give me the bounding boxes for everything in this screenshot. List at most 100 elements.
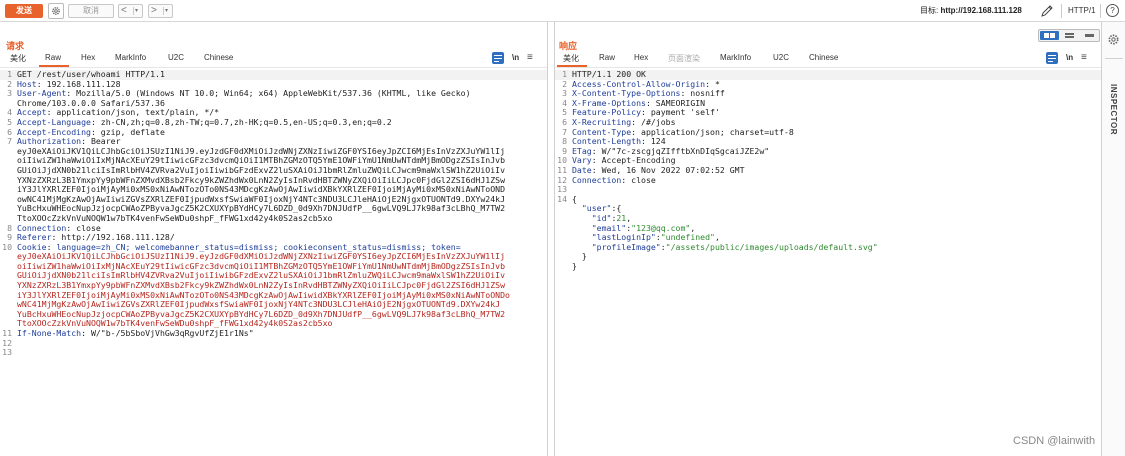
code-line[interactable]: GUiOiJjdXN0b21lciIsImRlbHV4ZVRva2VuIjoiI… bbox=[0, 271, 547, 281]
code-line[interactable]: 11 Date: Wed, 16 Nov 2022 07:02:52 GMT bbox=[555, 166, 1101, 176]
code-line[interactable]: 7 Content-Type: application/json; charset… bbox=[555, 128, 1101, 138]
code-line[interactable]: 13 bbox=[555, 185, 1101, 195]
code-line[interactable]: iY3JlYXRlZEF0IjoiMjAyMi0xMS0xNiAwNTozOTo… bbox=[0, 185, 547, 195]
code-line[interactable]: eyJ0eXAiOiJKV1QiLCJhbGciOiJSUzI1NiJ9.eyJ… bbox=[0, 147, 547, 157]
cancel-button[interactable]: 取消 bbox=[68, 4, 114, 18]
code-line[interactable]: eyJ0eXAiOiJKV1QiLCJhbGciOiJSUzI1NiJ9.eyJ… bbox=[0, 252, 547, 262]
code-line[interactable]: "user":{ bbox=[555, 204, 1101, 214]
code-line[interactable]: } bbox=[555, 262, 1101, 272]
line-number: 1 bbox=[7, 70, 12, 79]
code-token: eyJ0eXAiOiJKV1QiLCJhbGciOiJSUzI1NiJ9.eyJ… bbox=[17, 252, 505, 262]
code-line[interactable]: 14 { bbox=[555, 195, 1101, 205]
code-line[interactable]: 4 Accept: application/json, text/plain, *… bbox=[0, 108, 547, 118]
tab-markinfo[interactable]: MarkInfo bbox=[720, 53, 751, 62]
newline-toggle-icon[interactable]: \n bbox=[512, 53, 519, 62]
send-button[interactable]: 发送 bbox=[5, 4, 43, 18]
code-line[interactable]: 11 If-None-Match: W/"b-/5bSboVjVhGw3qRgvU… bbox=[0, 329, 547, 339]
send-settings-button[interactable] bbox=[48, 3, 64, 19]
help-icon[interactable]: ? bbox=[1106, 4, 1119, 17]
code-token: } bbox=[572, 252, 587, 262]
code-line[interactable]: 4 X-Frame-Options: SAMEORIGIN bbox=[555, 99, 1101, 109]
gear-icon[interactable] bbox=[1107, 33, 1120, 46]
tab-pretty[interactable]: 美化 bbox=[563, 53, 579, 64]
request-editor[interactable]: 1 GET /rest/user/whoami HTTP/1.1 2 Host: 19… bbox=[0, 70, 547, 358]
tab-render[interactable]: 页面渲染 bbox=[668, 53, 700, 64]
code-line[interactable]: wNC41MjMgKzAwOjAwIiwiZGVsZXRlZEF0IjpudWx… bbox=[0, 300, 547, 310]
edit-target-pencil-icon[interactable] bbox=[1040, 4, 1054, 18]
code-line[interactable]: 5 Feature-Policy: payment 'self' bbox=[555, 108, 1101, 118]
code-line[interactable]: "lastLoginIp":"undefined", bbox=[555, 233, 1101, 243]
tab-hex[interactable]: Hex bbox=[81, 53, 95, 62]
code-line[interactable]: oiIiwiZW1haWwiOiIxMjNAcXEuY29tIiwicGFzc3… bbox=[0, 156, 547, 166]
chevron-down-icon[interactable]: ▾ bbox=[165, 5, 168, 17]
tab-pretty[interactable]: 美化 bbox=[10, 53, 26, 64]
code-line[interactable]: YuBcHxuWHEocNupJzjocpCWAoZPByvaJgcZ5K2CX… bbox=[0, 310, 547, 320]
code-line[interactable]: oiIiwiZW1haWwiOiIxMjNAcXEuY29tIiwicGFzc3… bbox=[0, 262, 547, 272]
code-text: "profileImage":"/assets/public/images/up… bbox=[572, 243, 878, 253]
code-line[interactable]: 7 Authorization: Bearer bbox=[0, 137, 547, 147]
code-token: Connection bbox=[17, 223, 67, 233]
code-line[interactable]: 2 Access-Control-Allow-Origin: * bbox=[555, 80, 1101, 90]
code-line[interactable]: 1 HTTP/1.1 200 OK bbox=[555, 70, 1101, 80]
menu-icon[interactable]: ≡ bbox=[1081, 53, 1087, 63]
wrap-lines-icon[interactable] bbox=[492, 52, 504, 64]
layout-side-by-side-icon[interactable] bbox=[1040, 31, 1059, 40]
tab-raw[interactable]: Raw bbox=[45, 53, 61, 62]
code-line[interactable]: 3 X-Content-Type-Options: nosniff bbox=[555, 89, 1101, 99]
code-line[interactable]: Chrome/103.0.0.0 Safari/537.36 bbox=[0, 99, 547, 109]
forward-button[interactable]: > ▾ bbox=[148, 4, 173, 18]
chevron-down-icon[interactable]: ▾ bbox=[135, 5, 138, 17]
inspector-tab[interactable]: INSPECTOR bbox=[1109, 84, 1118, 135]
code-line[interactable]: "email":"123@qq.com", bbox=[555, 224, 1101, 234]
menu-icon[interactable]: ≡ bbox=[527, 53, 533, 63]
code-token: YuBcHxuWHEocNupJzjocpCWAoZPByvaJgcZ5K2CX… bbox=[17, 204, 505, 214]
code-line[interactable]: } bbox=[555, 252, 1101, 262]
code-line[interactable]: 8 Content-Length: 124 bbox=[555, 137, 1101, 147]
code-line[interactable]: YXNzZXRzL3B1YmxpYy9pbWFnZXMvdXBsb2Fkcy9k… bbox=[0, 176, 547, 186]
code-line[interactable]: 13 bbox=[0, 348, 547, 358]
tab-hex[interactable]: Hex bbox=[634, 53, 648, 62]
code-line[interactable]: 6 Accept-Encoding: gzip, deflate bbox=[0, 128, 547, 138]
tab-u2c[interactable]: U2C bbox=[168, 53, 184, 62]
tab-chinese[interactable]: Chinese bbox=[809, 53, 838, 62]
code-line[interactable]: 8 Connection: close bbox=[0, 224, 547, 234]
newline-toggle-icon[interactable]: \n bbox=[1066, 53, 1073, 62]
layout-stacked-icon[interactable] bbox=[1060, 31, 1079, 40]
code-line[interactable]: 9 Referer: http://192.168.111.128/ bbox=[0, 233, 547, 243]
line-number: 12 bbox=[2, 338, 12, 348]
layout-single-icon[interactable] bbox=[1080, 31, 1099, 40]
code-line[interactable]: TtoXOOcZzkVnVuNOQW1w7bTK4venFwSeWDu0shpF… bbox=[0, 319, 547, 329]
code-line[interactable]: TtoXOOcZzkVnVuNOQW1w7bTK4venFwSeWDu0shpF… bbox=[0, 214, 547, 224]
code-line[interactable]: 12 bbox=[0, 339, 547, 349]
code-line[interactable]: "profileImage":"/assets/public/images/up… bbox=[555, 243, 1101, 253]
code-token: Referer bbox=[17, 233, 52, 243]
code-line[interactable]: 5 Accept-Language: zh-CN,zh;q=0.8,zh-TW;q… bbox=[0, 118, 547, 128]
code-line[interactable]: 6 X-Recruiting: /#/jobs bbox=[555, 118, 1101, 128]
code-line[interactable]: 9 ETag: W/"7c-zscgjqZIfftbXnDIqSgcaiJZE2w… bbox=[555, 147, 1101, 157]
tab-chinese[interactable]: Chinese bbox=[204, 53, 233, 62]
response-pane: 响应 美化 Raw Hex 页面渲染 MarkInfo U2C Chinese … bbox=[554, 22, 1101, 456]
code-line[interactable]: 12 Connection: close bbox=[555, 176, 1101, 186]
http-version-selector[interactable]: HTTP/1 bbox=[1068, 6, 1096, 15]
code-line[interactable]: 1 GET /rest/user/whoami HTTP/1.1 bbox=[0, 70, 547, 80]
code-token: : http://192.168.111.128/ bbox=[51, 233, 175, 243]
code-line[interactable]: YXNzZXRzL3B1YmxpYy9pbWFnZXMvdXBsb2Fkcy9k… bbox=[0, 281, 547, 291]
code-line[interactable]: YuBcHxuWHEocNupJzjocpCWAoZPByvaJgcZ5K2CX… bbox=[0, 204, 547, 214]
code-line[interactable]: 2 Host: 192.168.111.128 bbox=[0, 80, 547, 90]
tab-u2c[interactable]: U2C bbox=[773, 53, 789, 62]
line-number: 8 bbox=[562, 137, 567, 147]
code-token: wNC41MjMgKzAwOjAwIiwiZGVsZXRlZEF0IjpudWx… bbox=[17, 300, 501, 310]
wrap-lines-icon[interactable] bbox=[1046, 52, 1058, 64]
response-editor[interactable]: 1 HTTP/1.1 200 OK 2 Access-Control-Allow-Or… bbox=[555, 70, 1101, 271]
tab-raw[interactable]: Raw bbox=[599, 53, 615, 62]
code-line[interactable]: "id":21, bbox=[555, 214, 1101, 224]
code-line[interactable]: 10 Cookie: language=zh_CN; welcomebanner_… bbox=[0, 243, 547, 253]
code-line[interactable]: GUiOiJjdXN0b21lciIsImRlbHV4ZVRva2VuIjoiI… bbox=[0, 166, 547, 176]
code-line[interactable]: 10 Vary: Accept-Encoding bbox=[555, 156, 1101, 166]
tab-markinfo[interactable]: MarkInfo bbox=[115, 53, 146, 62]
code-line[interactable]: owNC41MjMgKzAwOjAwIiwiZGVsZXRlZEF0IjpudW… bbox=[0, 195, 547, 205]
code-line[interactable]: 3 User-Agent: Mozilla/5.0 (Windows NT 10.… bbox=[0, 89, 547, 99]
line-number: 4 bbox=[562, 98, 567, 108]
code-line[interactable]: iY3JlYXRlZEF0IjoiMjAyMi0xMS0xNiAwNTozOTo… bbox=[0, 291, 547, 301]
back-button[interactable]: < ▾ bbox=[118, 4, 143, 18]
